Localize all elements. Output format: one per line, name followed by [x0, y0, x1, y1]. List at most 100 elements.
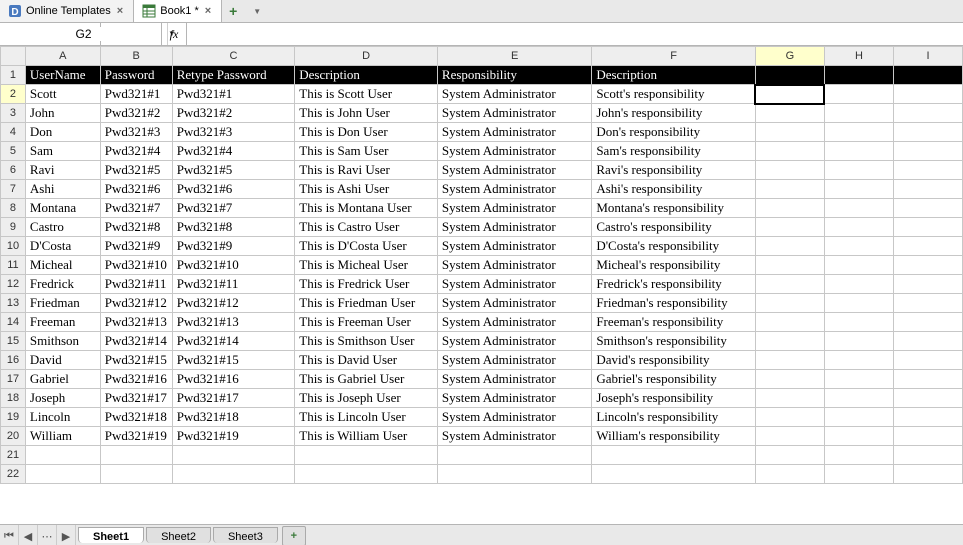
cell[interactable] [893, 389, 962, 408]
column-header[interactable]: B [100, 47, 172, 66]
row-header[interactable]: 17 [1, 370, 26, 389]
cell[interactable] [172, 446, 295, 465]
cell[interactable]: Don [25, 123, 100, 142]
row-header[interactable]: 12 [1, 275, 26, 294]
cell[interactable]: William's responsibility [592, 427, 756, 446]
row-header[interactable]: 5 [1, 142, 26, 161]
column-header[interactable]: F [592, 47, 756, 66]
cell[interactable]: Lincoln [25, 408, 100, 427]
cell[interactable]: John [25, 104, 100, 123]
new-document-dropdown-icon[interactable]: ▼ [244, 0, 268, 22]
row-header[interactable]: 7 [1, 180, 26, 199]
cell[interactable]: Pwd321#10 [172, 256, 295, 275]
cell[interactable]: David's responsibility [592, 351, 756, 370]
cell[interactable]: Pwd321#6 [172, 180, 295, 199]
cell[interactable] [893, 370, 962, 389]
column-header[interactable]: D [295, 47, 438, 66]
cell[interactable]: Montana [25, 199, 100, 218]
sheet-nav-prev-icon[interactable]: ◀ [19, 525, 38, 545]
cell[interactable]: Ashi [25, 180, 100, 199]
cell[interactable]: Don's responsibility [592, 123, 756, 142]
cell[interactable]: System Administrator [437, 408, 591, 427]
column-header[interactable]: I [893, 47, 962, 66]
cell[interactable]: Pwd321#9 [172, 237, 295, 256]
cell[interactable]: System Administrator [437, 142, 591, 161]
select-all-corner[interactable] [1, 47, 26, 66]
cell[interactable] [824, 465, 893, 484]
cell[interactable]: Pwd321#11 [100, 275, 172, 294]
cell[interactable]: Smithson's responsibility [592, 332, 756, 351]
cell[interactable] [755, 123, 824, 142]
cell[interactable]: Password [100, 66, 172, 85]
cell[interactable]: Pwd321#16 [172, 370, 295, 389]
row-header[interactable]: 22 [1, 465, 26, 484]
formula-input[interactable] [187, 23, 963, 45]
name-box[interactable]: ▼ [0, 23, 101, 45]
cell[interactable]: System Administrator [437, 370, 591, 389]
row-header[interactable]: 20 [1, 427, 26, 446]
cell[interactable] [893, 180, 962, 199]
row-header[interactable]: 14 [1, 313, 26, 332]
cell[interactable]: Pwd321#4 [172, 142, 295, 161]
cell[interactable] [893, 465, 962, 484]
sheet-nav-more-icon[interactable]: ⋯ [38, 525, 57, 545]
cell[interactable] [893, 408, 962, 427]
cell[interactable] [25, 446, 100, 465]
cell[interactable]: This is Friedman User [295, 294, 438, 313]
cell[interactable]: Friedman's responsibility [592, 294, 756, 313]
cell[interactable]: Pwd321#3 [172, 123, 295, 142]
cell[interactable] [755, 142, 824, 161]
cell[interactable]: This is Castro User [295, 218, 438, 237]
cell[interactable] [824, 66, 893, 85]
cell[interactable] [824, 199, 893, 218]
cell[interactable]: Fredrick's responsibility [592, 275, 756, 294]
cell[interactable] [893, 237, 962, 256]
cell[interactable] [824, 313, 893, 332]
cell[interactable]: Description [295, 66, 438, 85]
cell[interactable] [100, 465, 172, 484]
cell[interactable]: Pwd321#1 [100, 85, 172, 104]
cell[interactable]: Joseph's responsibility [592, 389, 756, 408]
cell[interactable] [824, 389, 893, 408]
cell[interactable]: Pwd321#12 [172, 294, 295, 313]
cell[interactable] [295, 446, 438, 465]
cell[interactable]: Pwd321#7 [100, 199, 172, 218]
cell[interactable]: This is Don User [295, 123, 438, 142]
cell[interactable]: Lincoln's responsibility [592, 408, 756, 427]
cell[interactable]: System Administrator [437, 351, 591, 370]
cell[interactable]: Pwd321#15 [100, 351, 172, 370]
cell[interactable]: Responsibility [437, 66, 591, 85]
cell[interactable] [824, 256, 893, 275]
cell[interactable] [893, 161, 962, 180]
cell[interactable] [824, 351, 893, 370]
cell[interactable] [893, 446, 962, 465]
cell[interactable]: Pwd321#1 [172, 85, 295, 104]
cell[interactable] [755, 446, 824, 465]
cell[interactable] [755, 104, 824, 123]
cell[interactable] [755, 370, 824, 389]
cell[interactable] [824, 218, 893, 237]
sheet-nav-next-icon[interactable]: ▶ [57, 525, 76, 545]
cell[interactable]: Pwd321#16 [100, 370, 172, 389]
cell[interactable] [824, 370, 893, 389]
row-header[interactable]: 10 [1, 237, 26, 256]
cell[interactable]: System Administrator [437, 104, 591, 123]
cell[interactable]: Pwd321#17 [100, 389, 172, 408]
cell[interactable] [824, 123, 893, 142]
new-document-button[interactable]: + [222, 0, 244, 22]
row-header[interactable]: 11 [1, 256, 26, 275]
cell[interactable]: This is Montana User [295, 199, 438, 218]
cell[interactable] [824, 427, 893, 446]
cell[interactable]: Sam's responsibility [592, 142, 756, 161]
cell[interactable]: Scott [25, 85, 100, 104]
cell[interactable] [824, 180, 893, 199]
cell[interactable]: Sam [25, 142, 100, 161]
column-header[interactable]: A [25, 47, 100, 66]
cell[interactable]: This is Scott User [295, 85, 438, 104]
cell[interactable]: Pwd321#14 [172, 332, 295, 351]
cell[interactable]: Pwd321#18 [172, 408, 295, 427]
column-header[interactable]: E [437, 47, 591, 66]
cell[interactable] [893, 199, 962, 218]
cell[interactable]: System Administrator [437, 294, 591, 313]
sheet-tab[interactable]: Sheet1 [78, 527, 144, 543]
